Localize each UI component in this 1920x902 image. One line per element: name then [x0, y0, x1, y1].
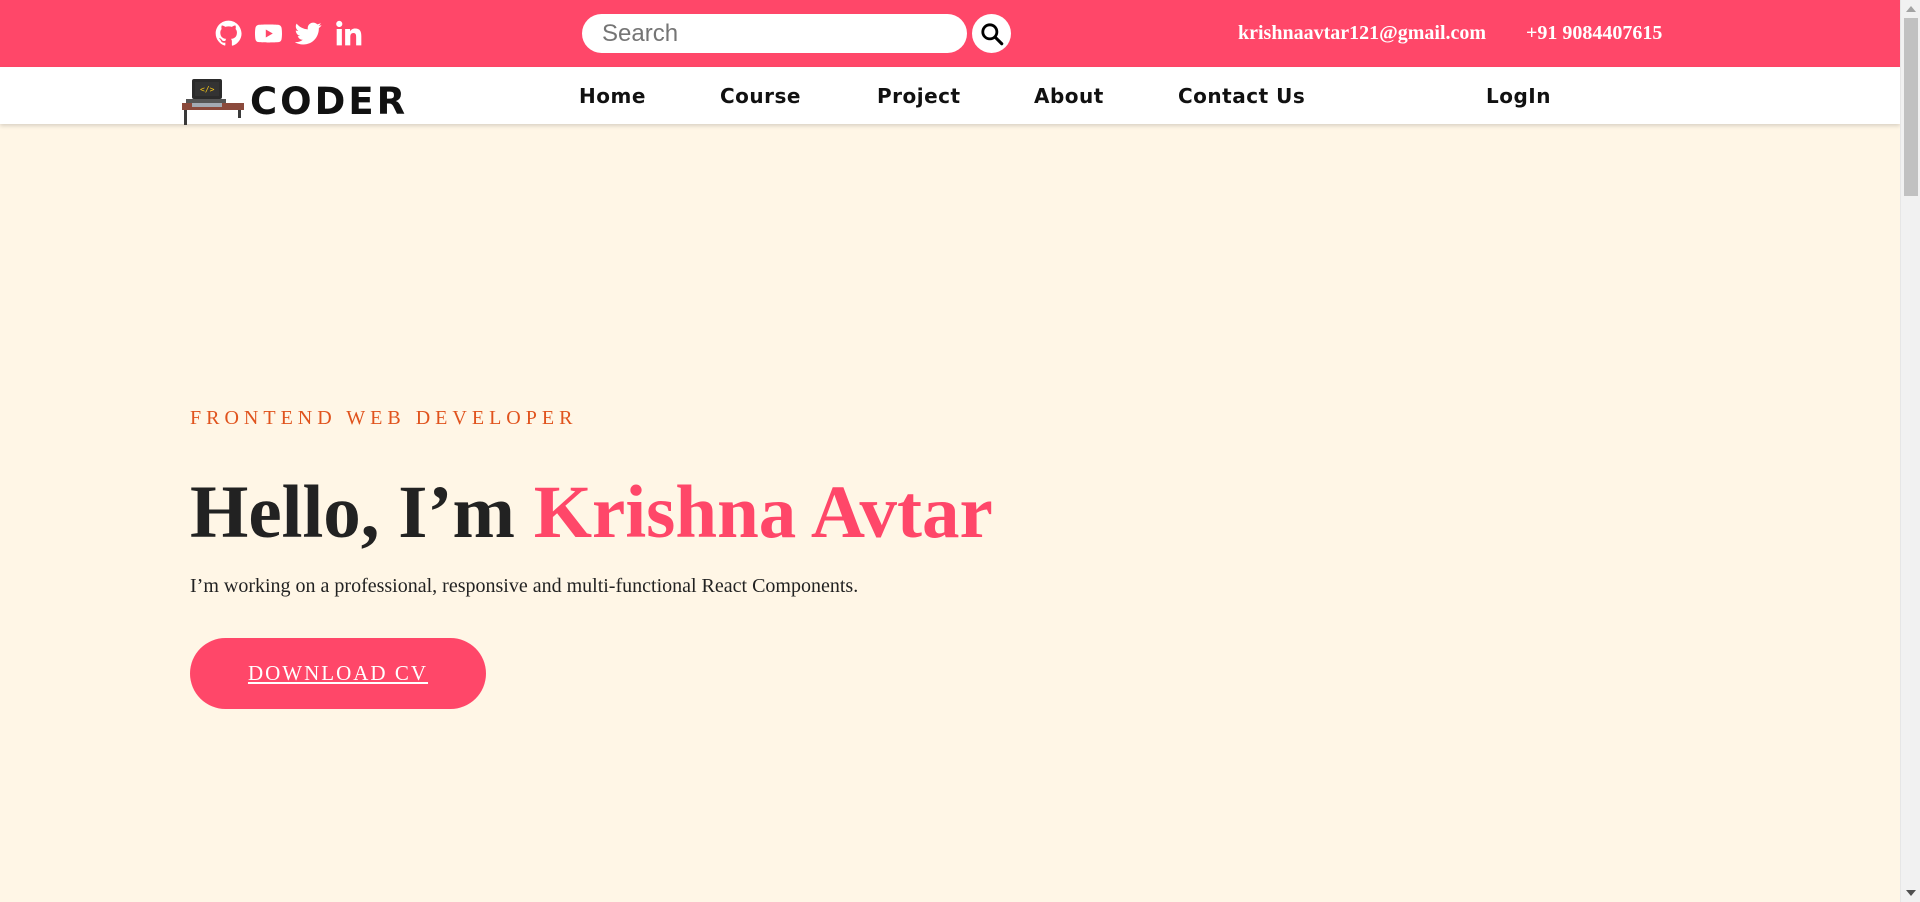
brand-name: CODER	[250, 79, 409, 123]
contact-email[interactable]: krishnaavtar121@gmail.com	[1238, 22, 1486, 45]
login-link[interactable]: LogIn	[1486, 84, 1551, 108]
brand[interactable]: </> CODER	[182, 77, 408, 125]
search-icon	[980, 22, 1003, 45]
hero-headline: Hello, I’m Krishna Avtar	[190, 470, 993, 556]
nav-contact-us[interactable]: Contact Us	[1178, 84, 1305, 108]
contact-phone[interactable]: +91 9084407615	[1526, 22, 1662, 45]
scroll-down-arrow-icon[interactable]	[1906, 890, 1916, 896]
hero-description: I’m working on a professional, responsiv…	[190, 575, 859, 597]
top-bar: krishnaavtar121@gmail.com +91 9084407615	[0, 0, 1900, 67]
github-icon[interactable]	[215, 20, 242, 47]
nav-about[interactable]: About	[1034, 84, 1104, 108]
nav-home[interactable]: Home	[579, 84, 646, 108]
nav-project[interactable]: Project	[877, 84, 961, 108]
main-navbar: </> CODER Home Course Project About Cont…	[0, 67, 1900, 125]
svg-text:</>: </>	[200, 85, 215, 94]
social-links	[215, 20, 362, 47]
search-button[interactable]	[972, 14, 1011, 53]
laptop-desk-logo-icon: </>	[182, 77, 244, 125]
nav-course[interactable]: Course	[720, 84, 801, 108]
search-bar	[582, 14, 1011, 53]
scrollbar-thumb[interactable]	[1904, 18, 1918, 196]
search-input[interactable]	[582, 14, 967, 53]
download-cv-button[interactable]: DOWNLOAD CV	[190, 638, 486, 709]
youtube-icon[interactable]	[255, 20, 282, 47]
hero-greeting: Hello, I’m	[190, 471, 534, 554]
twitter-icon[interactable]	[295, 20, 322, 47]
hero-eyebrow: FRONTEND WEB DEVELOPER	[190, 407, 578, 429]
hero-name: Krishna Avtar	[533, 471, 993, 554]
linkedin-icon[interactable]	[335, 20, 362, 47]
page-scrollbar[interactable]	[1900, 0, 1920, 902]
scroll-up-arrow-icon[interactable]	[1906, 6, 1916, 12]
